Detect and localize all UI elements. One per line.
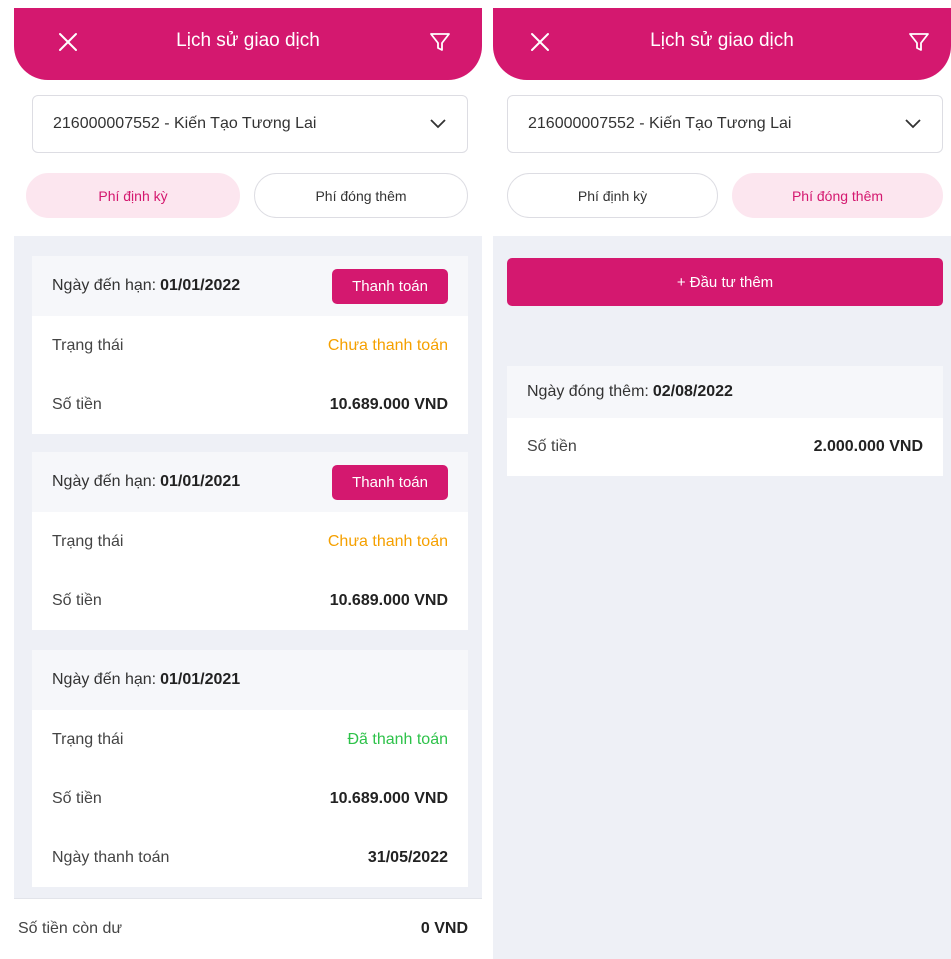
account-select[interactable]: 216000007552 - Kiến Tạo Tương Lai xyxy=(32,95,468,153)
amount-row: Số tiền 10.689.000 VND xyxy=(32,375,468,434)
balance-label: Số tiền còn dư xyxy=(18,920,123,937)
card-header: Ngày đóng thêm: 02/08/2022 xyxy=(507,366,943,418)
top-bar: Lịch sử giao dịch xyxy=(493,8,951,80)
amount-value: 10.689.000 VND xyxy=(329,789,448,807)
tab-extra-fee[interactable]: Phí đóng thêm xyxy=(254,173,468,218)
tab-periodic-fee[interactable]: Phí định kỳ xyxy=(507,173,718,218)
extra-date-label: Ngày đóng thêm: xyxy=(527,383,649,400)
amount-label: Số tiền xyxy=(52,395,102,413)
amount-value: 10.689.000 VND xyxy=(329,591,448,609)
status-row: Trạng thái Chưa thanh toán xyxy=(32,512,468,571)
transaction-card: Ngày đến hạn: 01/01/2021 Thanh toán Trạn… xyxy=(32,452,468,630)
page-title: Lịch sử giao dịch xyxy=(176,30,320,51)
pay-button[interactable]: Thanh toán xyxy=(332,268,448,304)
filter-icon[interactable] xyxy=(426,28,454,56)
payment-date-row: Ngày thanh toán 31/05/2022 xyxy=(32,828,468,887)
content-area xyxy=(493,236,951,959)
amount-value: 2.000.000 VND xyxy=(813,438,923,455)
transaction-card: Ngày đến hạn: 01/01/2021 Trạng thái Đã t… xyxy=(32,650,468,887)
status-label: Trạng thái xyxy=(52,336,124,354)
status-label: Trạng thái xyxy=(52,532,124,550)
page-title: Lịch sử giao dịch xyxy=(650,30,794,51)
account-value: 216000007552 - Kiến Tạo Tương Lai xyxy=(528,115,792,132)
due-date-label: Ngày đến hạn: xyxy=(52,671,157,688)
chevron-down-icon xyxy=(904,115,922,133)
amount-value: 10.689.000 VND xyxy=(329,395,448,413)
status-row: Trạng thái Chưa thanh toán xyxy=(32,316,468,375)
amount-label: Số tiền xyxy=(52,789,102,807)
status-label: Trạng thái xyxy=(52,730,124,748)
fee-tabs: Phí định kỳ Phí đóng thêm xyxy=(507,173,943,218)
screen-periodic-fees: Lịch sử giao dịch 216000007552 - Kiến Tạ… xyxy=(14,0,482,959)
card-header: Ngày đến hạn: 01/01/2022 Thanh toán xyxy=(32,256,468,316)
tab-periodic-fee[interactable]: Phí định kỳ xyxy=(26,173,240,218)
status-value: Đã thanh toán xyxy=(347,730,448,748)
due-date-label: Ngày đến hạn: xyxy=(52,277,157,294)
fee-tabs: Phí định kỳ Phí đóng thêm xyxy=(26,173,468,218)
amount-row: Số tiền 10.689.000 VND xyxy=(32,769,468,828)
invest-more-button[interactable]: + Đầu tư thêm xyxy=(507,258,943,306)
card-header: Ngày đến hạn: 01/01/2021 Thanh toán xyxy=(32,452,468,512)
chevron-down-icon xyxy=(429,115,447,133)
status-value: Chưa thanh toán xyxy=(327,336,448,354)
balance-value: 0 VND xyxy=(420,920,468,937)
amount-row: Số tiền 2.000.000 VND xyxy=(507,418,943,476)
balance-footer: Số tiền còn dư 0 VND xyxy=(14,898,482,959)
screen-extra-fees: Lịch sử giao dịch 216000007552 - Kiến Tạ… xyxy=(493,0,951,959)
due-date-value: 01/01/2021 xyxy=(160,671,241,688)
account-value: 216000007552 - Kiến Tạo Tương Lai xyxy=(53,115,317,132)
transaction-card: Ngày đến hạn: 01/01/2022 Thanh toán Trạn… xyxy=(32,256,468,434)
payment-date-value: 31/05/2022 xyxy=(367,848,448,866)
due-date-value: 01/01/2021 xyxy=(160,473,241,490)
account-select[interactable]: 216000007552 - Kiến Tạo Tương Lai xyxy=(507,95,943,153)
due-date-value: 01/01/2022 xyxy=(160,277,241,294)
extra-payment-card: Ngày đóng thêm: 02/08/2022 Số tiền 2.000… xyxy=(507,366,943,476)
tab-extra-fee[interactable]: Phí đóng thêm xyxy=(732,173,943,218)
card-header: Ngày đến hạn: 01/01/2021 xyxy=(32,650,468,710)
amount-label: Số tiền xyxy=(52,591,102,609)
amount-row: Số tiền 10.689.000 VND xyxy=(32,571,468,630)
extra-date-value: 02/08/2022 xyxy=(652,383,733,400)
payment-date-label: Ngày thanh toán xyxy=(52,848,170,866)
due-date-label: Ngày đến hạn: xyxy=(52,473,157,490)
filter-icon[interactable] xyxy=(905,28,933,56)
top-bar: Lịch sử giao dịch xyxy=(14,8,482,80)
pay-button[interactable]: Thanh toán xyxy=(332,464,448,500)
status-row: Trạng thái Đã thanh toán xyxy=(32,710,468,769)
amount-label: Số tiền xyxy=(527,438,577,455)
status-value: Chưa thanh toán xyxy=(327,532,448,550)
